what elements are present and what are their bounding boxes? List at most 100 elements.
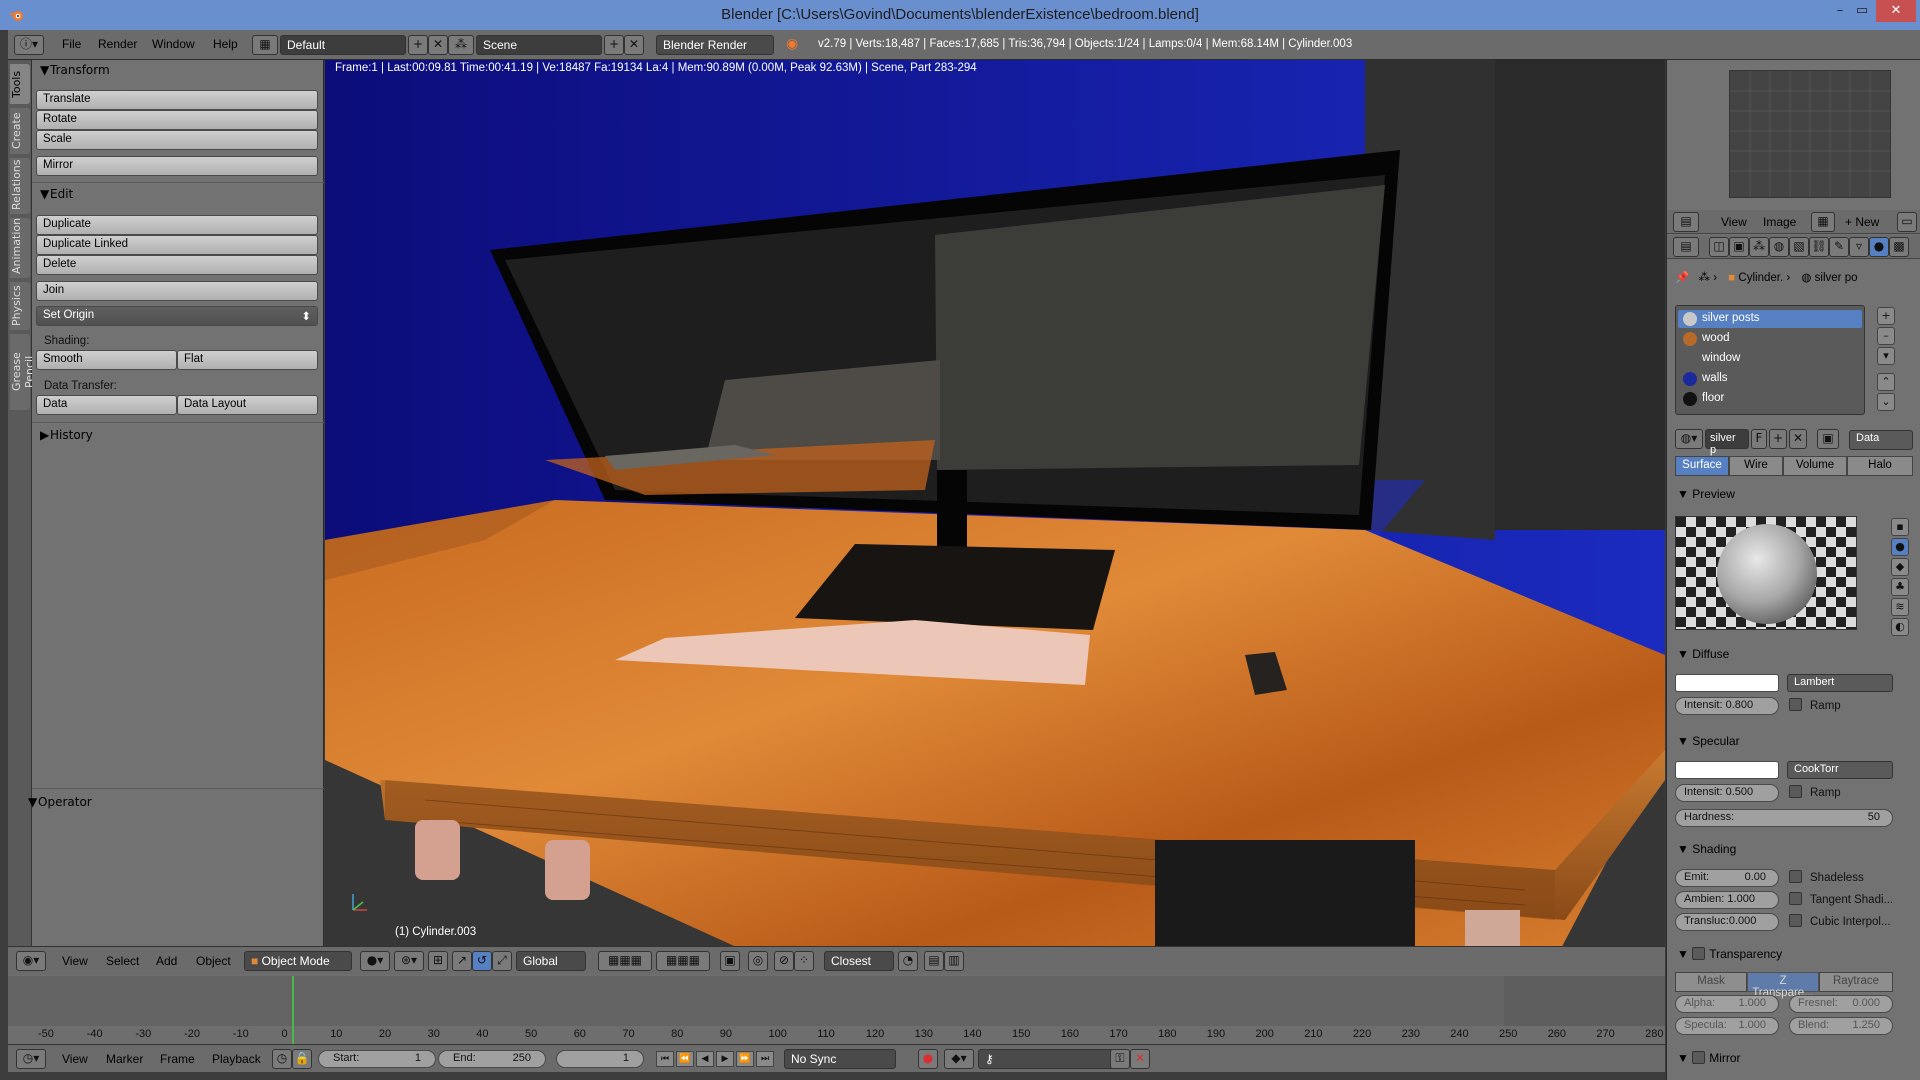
image-view-menu[interactable]: View: [1721, 215, 1747, 229]
render-tab-icon[interactable]: ◫: [1709, 237, 1729, 257]
jump-keyframe-back-icon[interactable]: ⏪: [676, 1051, 694, 1067]
add-slot-icon[interactable]: +: [1877, 307, 1895, 325]
diffuse-shader-dropdown[interactable]: Lambert: [1787, 674, 1893, 692]
preview-world-icon[interactable]: ◐: [1891, 618, 1909, 636]
transform-orientation-dropdown[interactable]: Global: [516, 951, 586, 971]
translate-manipulator-icon[interactable]: ↗: [452, 951, 472, 971]
specular-ramp-checkbox[interactable]: Ramp: [1789, 785, 1841, 799]
data-tab-icon[interactable]: ▿: [1849, 237, 1869, 257]
tab-halo[interactable]: Halo: [1847, 456, 1913, 476]
scale-manipulator-icon[interactable]: ⤢: [492, 951, 512, 971]
jump-start-icon[interactable]: ⏮: [656, 1051, 674, 1067]
snap-icon[interactable]: ⊘: [774, 951, 794, 971]
shading-panel-header[interactable]: ▼ Shading: [1671, 839, 1917, 859]
edit-panel-header[interactable]: ▼Edit: [32, 184, 324, 204]
duplicate-button[interactable]: Duplicate: [36, 215, 318, 235]
specular-color-swatch[interactable]: [1675, 761, 1779, 779]
timeline-frame-menu[interactable]: Frame: [160, 1052, 195, 1066]
timeline-view-menu[interactable]: View: [62, 1052, 88, 1066]
lock-range-icon[interactable]: 🔒: [292, 1049, 312, 1069]
material-slot-walls[interactable]: walls: [1678, 370, 1862, 388]
add-layout-icon[interactable]: +: [408, 35, 428, 55]
remove-layout-icon[interactable]: ✕: [428, 35, 448, 55]
mirror-panel-header[interactable]: ▼ Mirror: [1671, 1048, 1917, 1068]
material-tab-icon[interactable]: ●: [1869, 237, 1889, 257]
timeline-playback-menu[interactable]: Playback: [212, 1052, 261, 1066]
image-editor-preview[interactable]: [1729, 70, 1891, 198]
layout-field[interactable]: Default: [280, 35, 406, 55]
material-name-field[interactable]: silver p: [1705, 429, 1749, 456]
smooth-button[interactable]: Smooth: [36, 350, 177, 370]
new-material-icon[interactable]: +: [1769, 429, 1787, 449]
data-layout-button[interactable]: Data Layout: [177, 395, 318, 415]
menu-object[interactable]: Object: [196, 954, 231, 968]
material-slot-window[interactable]: window: [1678, 350, 1862, 368]
history-panel-header[interactable]: ▶History: [32, 425, 324, 445]
jump-end-icon[interactable]: ⏭: [756, 1051, 774, 1067]
duplicate-linked-button[interactable]: Duplicate Linked: [36, 235, 318, 255]
snap-target-dropdown[interactable]: Closest: [824, 951, 894, 971]
proportional-edit-icon[interactable]: ◎: [748, 951, 768, 971]
shadeless-checkbox[interactable]: Shadeless: [1789, 870, 1864, 884]
transparency-enable-checkbox[interactable]: [1692, 947, 1706, 960]
transparency-raytrace-tab[interactable]: Raytrace: [1819, 972, 1893, 992]
render-engine-dropdown[interactable]: Blender Render: [656, 35, 774, 55]
slot-menu-icon[interactable]: ▾: [1877, 347, 1895, 365]
rotate-button[interactable]: Rotate: [36, 110, 318, 130]
menu-view[interactable]: View: [62, 954, 88, 968]
delete-keyframe-icon[interactable]: ✕: [1130, 1049, 1150, 1069]
properties-editor-icon[interactable]: ▤: [1673, 237, 1699, 257]
open-image-icon[interactable]: ▭: [1897, 212, 1917, 232]
texture-tab-icon[interactable]: ▩: [1889, 237, 1909, 257]
record-icon[interactable]: ●: [918, 1049, 938, 1069]
jump-keyframe-forward-icon[interactable]: ⏩: [736, 1051, 754, 1067]
flat-button[interactable]: Flat: [177, 350, 318, 370]
preview-panel-header[interactable]: ▼ Preview: [1671, 484, 1917, 504]
menu-render[interactable]: Render: [98, 37, 137, 51]
move-down-icon[interactable]: ⌄: [1877, 393, 1895, 411]
scene-tab-icon[interactable]: ⁂: [1749, 237, 1769, 257]
unlink-material-icon[interactable]: ✕: [1789, 429, 1807, 449]
menu-select[interactable]: Select: [106, 954, 139, 968]
set-origin-dropdown[interactable]: Set Origin ⬍: [36, 306, 318, 326]
layers-tab-icon[interactable]: ▣: [1729, 237, 1749, 257]
diffuse-color-swatch[interactable]: [1675, 674, 1779, 692]
close-button[interactable]: ✕: [1876, 0, 1916, 22]
tab-tools[interactable]: Tools: [10, 64, 30, 104]
specular-shader-dropdown[interactable]: CookTorr: [1787, 761, 1893, 779]
layout-icon[interactable]: ▦: [252, 35, 278, 55]
rotate-manipulator-icon[interactable]: ↺: [472, 951, 492, 971]
translate-button[interactable]: Translate: [36, 90, 318, 110]
keying-icon[interactable]: ◆▾: [944, 1049, 974, 1069]
new-image-button[interactable]: + New: [1845, 215, 1879, 229]
3d-view-editor-icon[interactable]: ◉▾: [16, 951, 46, 971]
pin-icon[interactable]: 📌: [1675, 272, 1689, 284]
hardness-field[interactable]: Hardness: 50: [1675, 809, 1893, 827]
tab-volume[interactable]: Volume: [1783, 456, 1847, 476]
diffuse-ramp-checkbox[interactable]: Ramp: [1789, 698, 1841, 712]
blend-field[interactable]: Blend: 1.250: [1789, 1017, 1893, 1035]
fake-user-button[interactable]: F: [1751, 429, 1767, 449]
manipulator-icon[interactable]: ⊞: [428, 951, 448, 971]
editor-type-icon[interactable]: ⓘ▾: [14, 35, 44, 55]
scale-button[interactable]: Scale: [36, 130, 318, 150]
world-tab-icon[interactable]: ◍: [1769, 237, 1789, 257]
maximize-button[interactable]: ▭: [1848, 0, 1876, 22]
image-editor-type-icon[interactable]: ▤: [1673, 212, 1699, 232]
delete-button[interactable]: Delete: [36, 255, 318, 275]
specular-panel-header[interactable]: ▼ Specular: [1671, 731, 1917, 751]
diffuse-intensity-field[interactable]: Intensit: 0.800: [1675, 697, 1779, 715]
operator-panel-header[interactable]: ▼Operator: [20, 792, 312, 812]
object-tab-icon[interactable]: ▧: [1789, 237, 1809, 257]
opengl-anim-icon[interactable]: ▥: [944, 951, 964, 971]
pivot-point-icon[interactable]: ⊛▾: [394, 951, 424, 971]
menu-window[interactable]: Window: [152, 37, 195, 51]
tab-grease-pencil[interactable]: Grease Pencil: [10, 334, 36, 410]
alpha-field[interactable]: Alpha: 1.000: [1675, 995, 1779, 1013]
image-image-menu[interactable]: Image: [1763, 215, 1796, 229]
timeline-track[interactable]: [8, 976, 1665, 1026]
preview-flat-icon[interactable]: ▪: [1891, 518, 1909, 536]
render-preview-icon[interactable]: ◔: [898, 951, 918, 971]
3d-viewport[interactable]: Frame:1 | Last:00:09.81 Time:00:41.19 | …: [325, 60, 1665, 946]
translucency-field[interactable]: Transluc:0.000: [1675, 913, 1779, 931]
